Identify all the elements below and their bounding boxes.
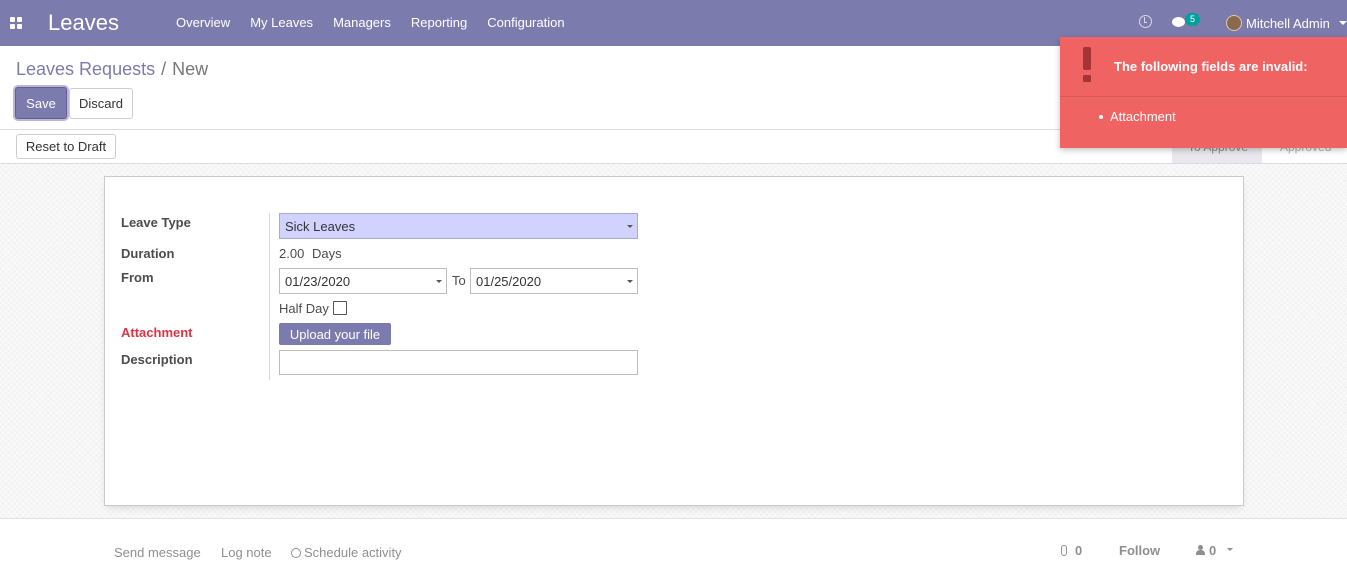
user-menu-caret-icon[interactable] (1339, 21, 1347, 25)
duration-label: Duration (121, 246, 175, 261)
reset-to-draft-button[interactable]: Reset to Draft (16, 134, 116, 159)
menu-item-reporting[interactable]: Reporting (401, 0, 477, 46)
follow-button[interactable]: Follow (1119, 543, 1160, 558)
attachment-label: Attachment (121, 325, 193, 340)
bullet-icon (1099, 115, 1103, 119)
leave-type-select[interactable]: Sick Leaves (279, 213, 638, 239)
from-date-input[interactable]: 01/23/2020 (279, 268, 447, 294)
discard-button[interactable]: Discard (69, 88, 133, 119)
followers-user-icon[interactable] (1196, 545, 1205, 555)
duration-unit: Days (312, 246, 342, 261)
breadcrumb-separator: / (161, 59, 167, 79)
user-menu-name[interactable]: Mitchell Admin (1246, 16, 1330, 31)
to-date-input[interactable]: 01/25/2020 (470, 268, 638, 294)
menu-item-configuration[interactable]: Configuration (477, 0, 574, 46)
from-label: From (121, 270, 154, 285)
form-sheet (104, 176, 1244, 506)
app-title[interactable]: Leaves (48, 10, 119, 36)
breadcrumb: Leaves Requests / New (16, 59, 208, 80)
log-note-link[interactable]: Log note (221, 545, 272, 560)
attachments-count[interactable]: 0 (1075, 543, 1082, 558)
menu-item-my-leaves[interactable]: My Leaves (240, 0, 323, 46)
breadcrumb-current: New (172, 59, 209, 79)
to-date-caret-icon (627, 280, 633, 283)
half-day-label: Half Day (279, 301, 329, 316)
schedule-activity-label: Schedule activity (304, 545, 402, 560)
form-label-separator (269, 213, 270, 380)
schedule-activity-link[interactable]: Schedule activity (291, 545, 402, 560)
send-message-link[interactable]: Send message (114, 545, 201, 560)
from-date-value: 01/23/2020 (285, 274, 351, 289)
to-date-value: 01/25/2020 (476, 274, 542, 289)
invalid-fields-notification[interactable]: The following fields are invalid: Attach… (1060, 37, 1347, 148)
activity-clock-icon[interactable] (1139, 15, 1152, 28)
clock-icon (291, 548, 301, 558)
half-day-checkbox[interactable] (333, 301, 347, 315)
to-label: To (452, 273, 466, 288)
notification-item: Attachment (1110, 109, 1176, 124)
chat-icon[interactable] (1172, 17, 1185, 27)
user-avatar[interactable] (1226, 15, 1242, 31)
save-button[interactable]: Save (15, 87, 67, 119)
chat-count-badge: 5 (1185, 13, 1200, 26)
followers-caret-icon[interactable] (1227, 548, 1233, 551)
menu-item-overview[interactable]: Overview (166, 0, 240, 46)
notification-title: The following fields are invalid: (1114, 59, 1308, 74)
paperclip-icon[interactable] (1061, 545, 1067, 556)
leave-type-caret-icon (627, 225, 633, 228)
from-date-caret-icon (436, 280, 442, 283)
description-input[interactable] (279, 350, 638, 375)
apps-menu-icon[interactable] (10, 17, 22, 29)
notification-divider (1060, 96, 1347, 97)
duration-value: 2.00 (279, 246, 305, 261)
main-menu: Overview My Leaves Managers Reporting Co… (166, 0, 575, 46)
leave-type-label: Leave Type (121, 215, 191, 230)
followers-count[interactable]: 0 (1209, 543, 1216, 558)
upload-file-button[interactable]: Upload your file (279, 323, 391, 345)
exclamation-icon (1082, 47, 1092, 83)
description-label: Description (121, 352, 193, 367)
breadcrumb-parent-link[interactable]: Leaves Requests (16, 59, 155, 80)
leave-type-value: Sick Leaves (285, 219, 356, 234)
menu-item-managers[interactable]: Managers (323, 0, 401, 46)
